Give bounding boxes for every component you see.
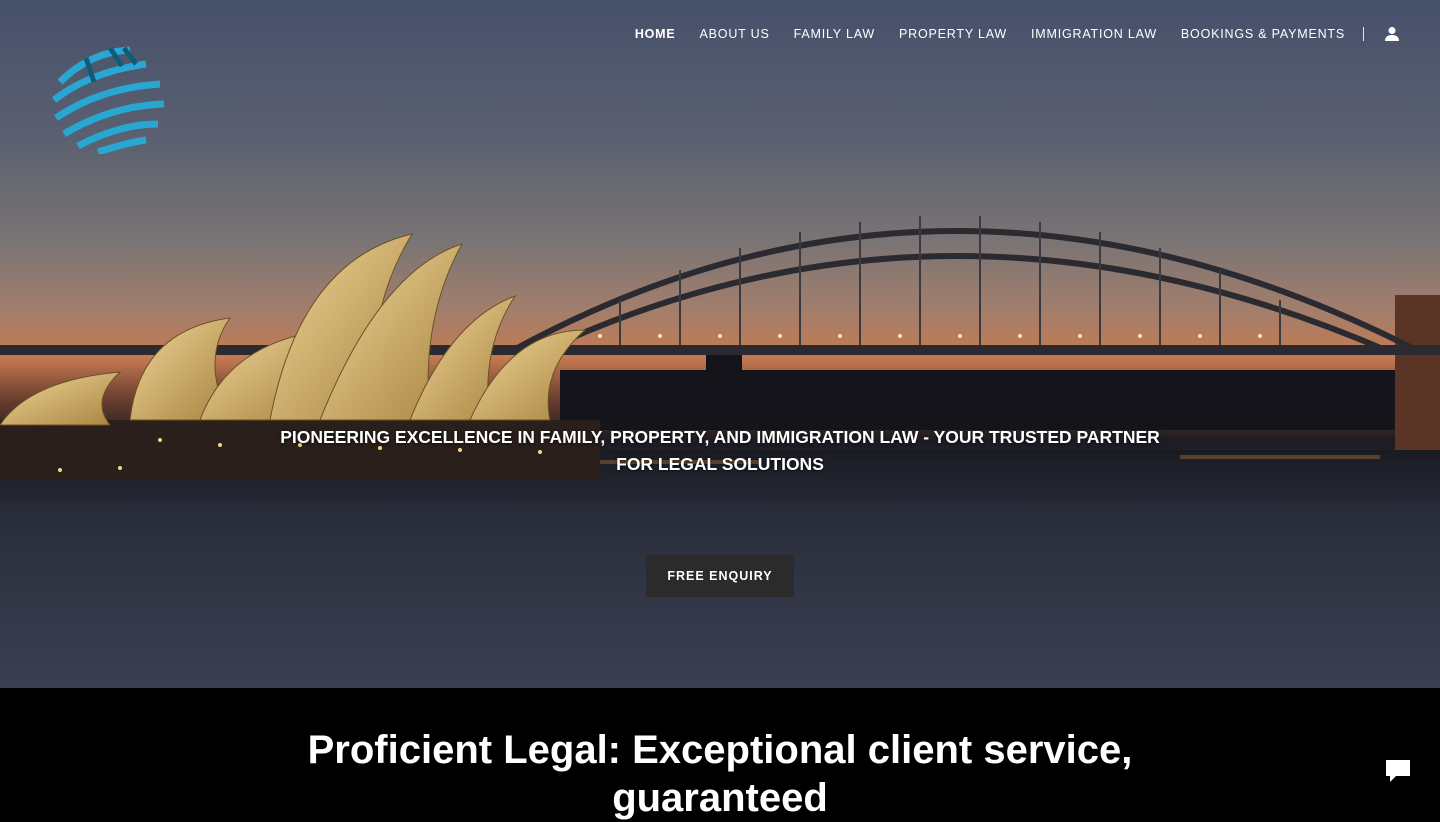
nav-immigration-law[interactable]: IMMIGRATION LAW: [1031, 27, 1157, 41]
user-icon[interactable]: [1384, 26, 1400, 42]
hero-section: HOME ABOUT US FAMILY LAW PROPERTY LAW IM…: [0, 0, 1440, 688]
nav-home[interactable]: HOME: [635, 27, 676, 41]
main-nav: HOME ABOUT US FAMILY LAW PROPERTY LAW IM…: [611, 26, 1400, 42]
nav-family-law[interactable]: FAMILY LAW: [794, 27, 875, 41]
hero-tagline: PIONEERING EXCELLENCE IN FAMILY, PROPERT…: [280, 427, 1160, 474]
nav-property-law[interactable]: PROPERTY LAW: [899, 27, 1007, 41]
chat-icon[interactable]: [1380, 752, 1416, 786]
nav-divider: [1363, 27, 1364, 41]
nav-bookings-payments[interactable]: BOOKINGS & PAYMENTS: [1181, 27, 1345, 41]
section-headline: Proficient Legal: Exceptional client ser…: [307, 728, 1133, 820]
free-enquiry-button[interactable]: FREE ENQUIRY: [646, 555, 794, 597]
nav-about-us[interactable]: ABOUT US: [700, 27, 770, 41]
globe-logo[interactable]: [50, 42, 166, 154]
